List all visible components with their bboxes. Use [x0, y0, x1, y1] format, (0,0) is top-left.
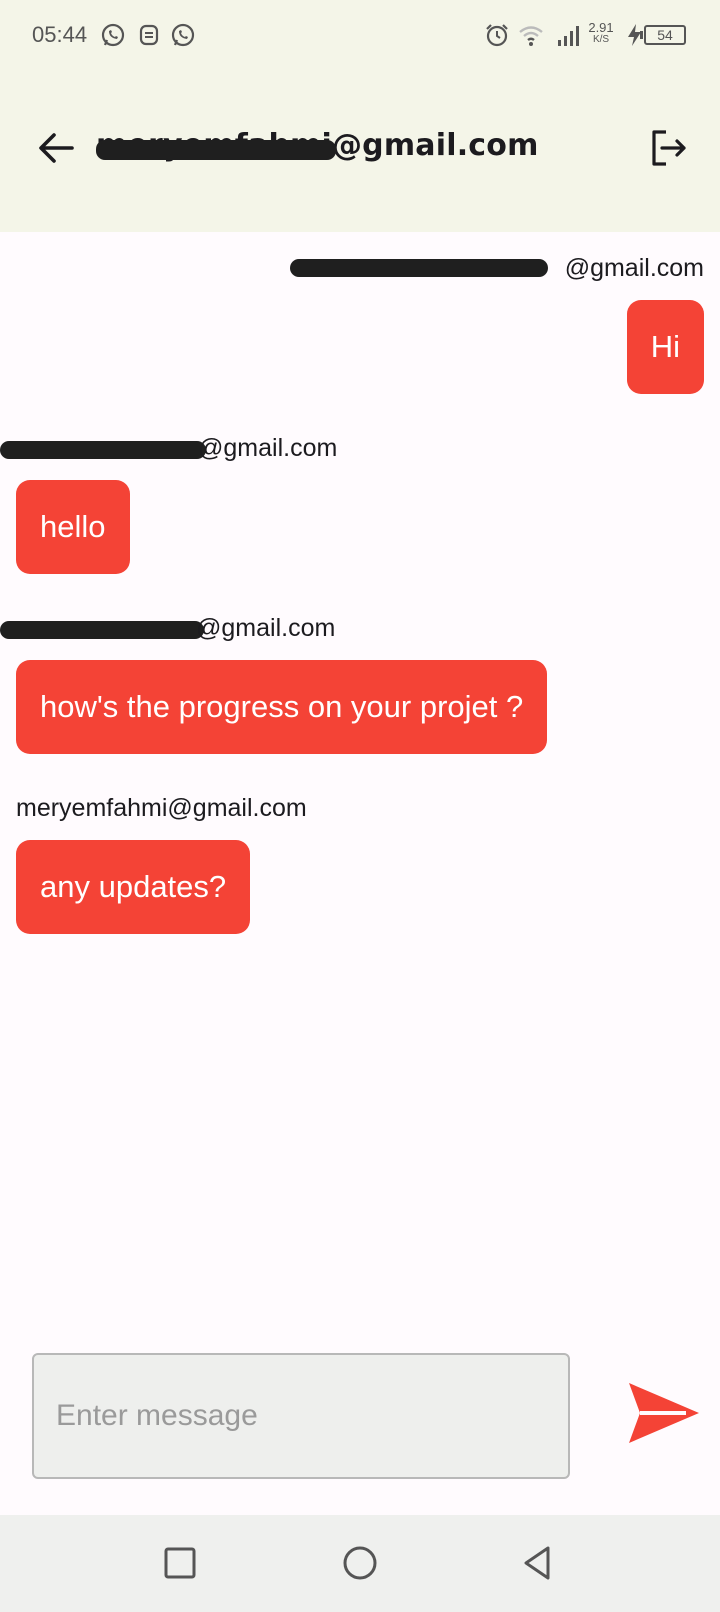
chat-screen: 05:44 2.91 K/S 54 @gmail.com Hi @gmail.c… — [0, 0, 720, 1612]
system-nav-bar — [0, 1515, 720, 1612]
battery-icon: 54 — [640, 25, 686, 45]
message-text: how's the progress on your projet ? — [40, 689, 524, 724]
signal-icon — [558, 26, 579, 46]
redaction-mark — [0, 621, 204, 639]
message-sender: meryemfahmi@gmail.com — [16, 794, 307, 822]
network-speed-unit: K/S — [592, 34, 610, 45]
logout-icon — [652, 130, 686, 166]
back-button[interactable] — [30, 122, 82, 174]
app-bar: meryemfahmi@gmail.com — [0, 72, 720, 232]
message-text: any updates? — [40, 869, 227, 904]
redaction-mark — [96, 140, 336, 160]
wifi-icon — [519, 26, 543, 46]
status-bar: 05:44 2.91 K/S 54 — [0, 0, 720, 72]
message-text: Hi — [650, 329, 680, 364]
message-sender: @gmail.com — [198, 434, 338, 462]
recents-square-icon[interactable] — [160, 1543, 200, 1583]
message-text: hello — [40, 509, 106, 544]
notification-app-icon — [139, 24, 159, 46]
redaction-mark — [0, 441, 206, 459]
message-bubble[interactable]: Hi — [626, 300, 704, 394]
message-input[interactable] — [32, 1353, 570, 1479]
whatsapp-icon — [171, 23, 195, 47]
network-speed-value: 2.91 — [588, 20, 614, 35]
network-speed: 2.91 K/S — [586, 20, 616, 46]
whatsapp-icon — [101, 23, 125, 47]
status-time: 05:44 — [32, 22, 88, 47]
message-sender: @gmail.com — [196, 614, 336, 642]
battery-level: 54 — [657, 27, 673, 43]
home-circle-icon[interactable] — [340, 1543, 380, 1583]
message-sender: @gmail.com — [564, 254, 704, 282]
send-icon — [629, 1383, 699, 1443]
alarm-icon — [486, 24, 508, 47]
send-button[interactable] — [626, 1380, 702, 1446]
arrow-back-icon — [39, 133, 74, 163]
message-bubble[interactable]: any updates? — [16, 840, 251, 934]
logout-button[interactable] — [642, 122, 694, 174]
redaction-mark — [290, 259, 548, 277]
back-triangle-icon[interactable] — [518, 1543, 558, 1583]
message-bubble[interactable]: hello — [16, 480, 130, 574]
message-bubble[interactable]: how's the progress on your projet ? — [16, 660, 548, 754]
